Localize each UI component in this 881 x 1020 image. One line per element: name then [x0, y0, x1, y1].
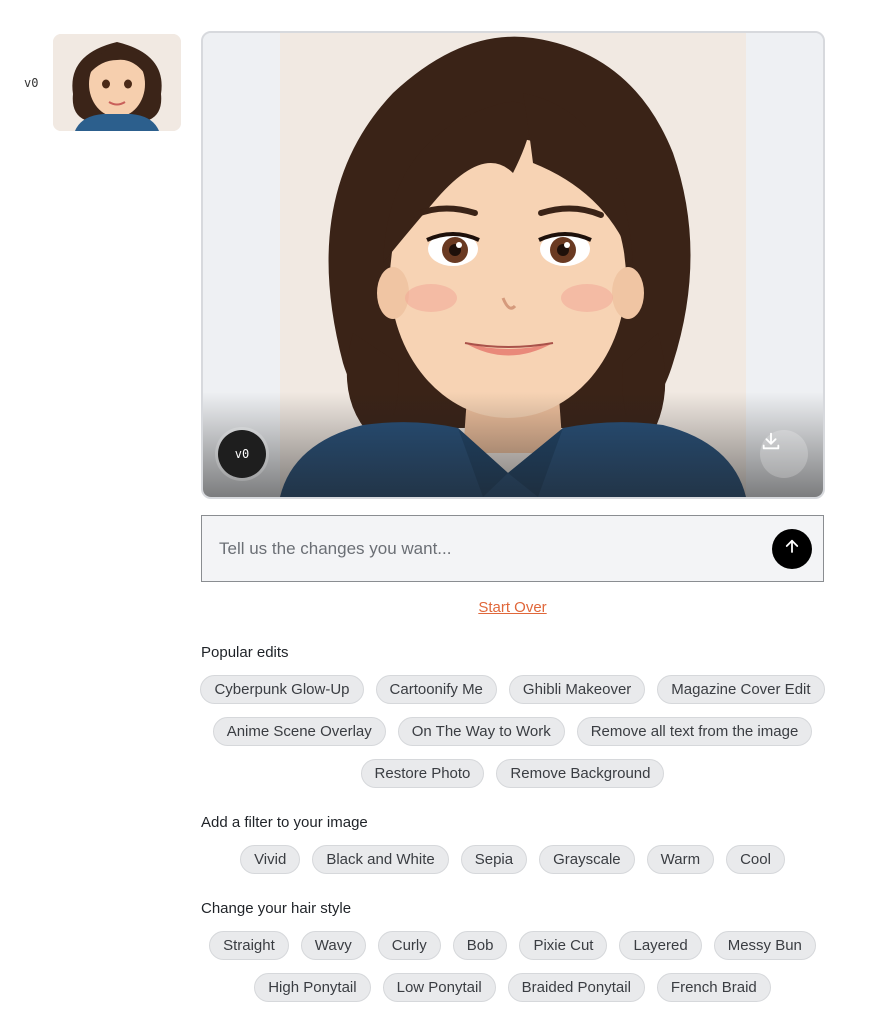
- chip-on-the-way-to-work[interactable]: On The Way to Work: [397, 717, 565, 746]
- chip-cartoonify-me[interactable]: Cartoonify Me: [375, 675, 497, 704]
- chip-row: Anime Scene Overlay On The Way to Work R…: [201, 717, 824, 746]
- chip-row: Vivid Black and White Sepia Grayscale Wa…: [201, 845, 824, 874]
- arrow-up-icon: [783, 537, 801, 560]
- history-version-label: v0: [24, 76, 39, 90]
- section-title-popular-edits: Popular edits: [201, 644, 289, 661]
- chip-row: Straight Wavy Curly Bob Pixie Cut Layere…: [201, 931, 824, 960]
- chip-wavy[interactable]: Wavy: [300, 931, 366, 960]
- version-badge[interactable]: v0: [218, 430, 266, 478]
- section-title-filters: Add a filter to your image: [201, 814, 368, 831]
- chip-low-ponytail[interactable]: Low Ponytail: [382, 973, 496, 1002]
- chip-grayscale[interactable]: Grayscale: [539, 845, 635, 874]
- chip-magazine-cover-edit[interactable]: Magazine Cover Edit: [657, 675, 825, 704]
- chip-pixie-cut[interactable]: Pixie Cut: [519, 931, 608, 960]
- chip-sepia[interactable]: Sepia: [460, 845, 528, 874]
- chip-cool[interactable]: Cool: [726, 845, 785, 874]
- chip-high-ponytail[interactable]: High Ponytail: [254, 973, 371, 1002]
- image-bottom-gradient: [203, 392, 823, 497]
- chip-cyberpunk-glow-up[interactable]: Cyberpunk Glow-Up: [200, 675, 364, 704]
- chip-remove-all-text[interactable]: Remove all text from the image: [576, 717, 813, 746]
- chip-braided-ponytail[interactable]: Braided Ponytail: [507, 973, 645, 1002]
- download-button[interactable]: [760, 430, 808, 478]
- chip-remove-background[interactable]: Remove Background: [496, 759, 665, 788]
- chip-black-and-white[interactable]: Black and White: [312, 845, 449, 874]
- main-image-preview: v0: [201, 31, 825, 499]
- chip-row: High Ponytail Low Ponytail Braided Ponyt…: [201, 973, 824, 1002]
- chip-curly[interactable]: Curly: [377, 931, 441, 960]
- send-button[interactable]: [772, 528, 812, 569]
- chip-warm[interactable]: Warm: [646, 845, 715, 874]
- chip-restore-photo[interactable]: Restore Photo: [360, 759, 485, 788]
- chip-straight[interactable]: Straight: [209, 931, 289, 960]
- chip-french-braid[interactable]: French Braid: [656, 973, 771, 1002]
- chip-ghibli-makeover[interactable]: Ghibli Makeover: [508, 675, 646, 704]
- start-over-link[interactable]: Start Over: [478, 599, 546, 616]
- chip-bob[interactable]: Bob: [452, 931, 508, 960]
- chip-vivid[interactable]: Vivid: [240, 845, 301, 874]
- chip-anime-scene-overlay[interactable]: Anime Scene Overlay: [212, 717, 386, 746]
- prompt-input[interactable]: [202, 515, 772, 582]
- history-thumbnail[interactable]: [53, 34, 181, 131]
- chip-row: Restore Photo Remove Background: [201, 759, 824, 788]
- chip-messy-bun[interactable]: Messy Bun: [713, 931, 816, 960]
- section-title-hair-style: Change your hair style: [201, 900, 352, 917]
- chip-row: Cyberpunk Glow-Up Cartoonify Me Ghibli M…: [200, 675, 825, 704]
- chip-layered[interactable]: Layered: [619, 931, 702, 960]
- prompt-container: [201, 515, 824, 582]
- start-over-wrapper: Start Over: [0, 599, 881, 616]
